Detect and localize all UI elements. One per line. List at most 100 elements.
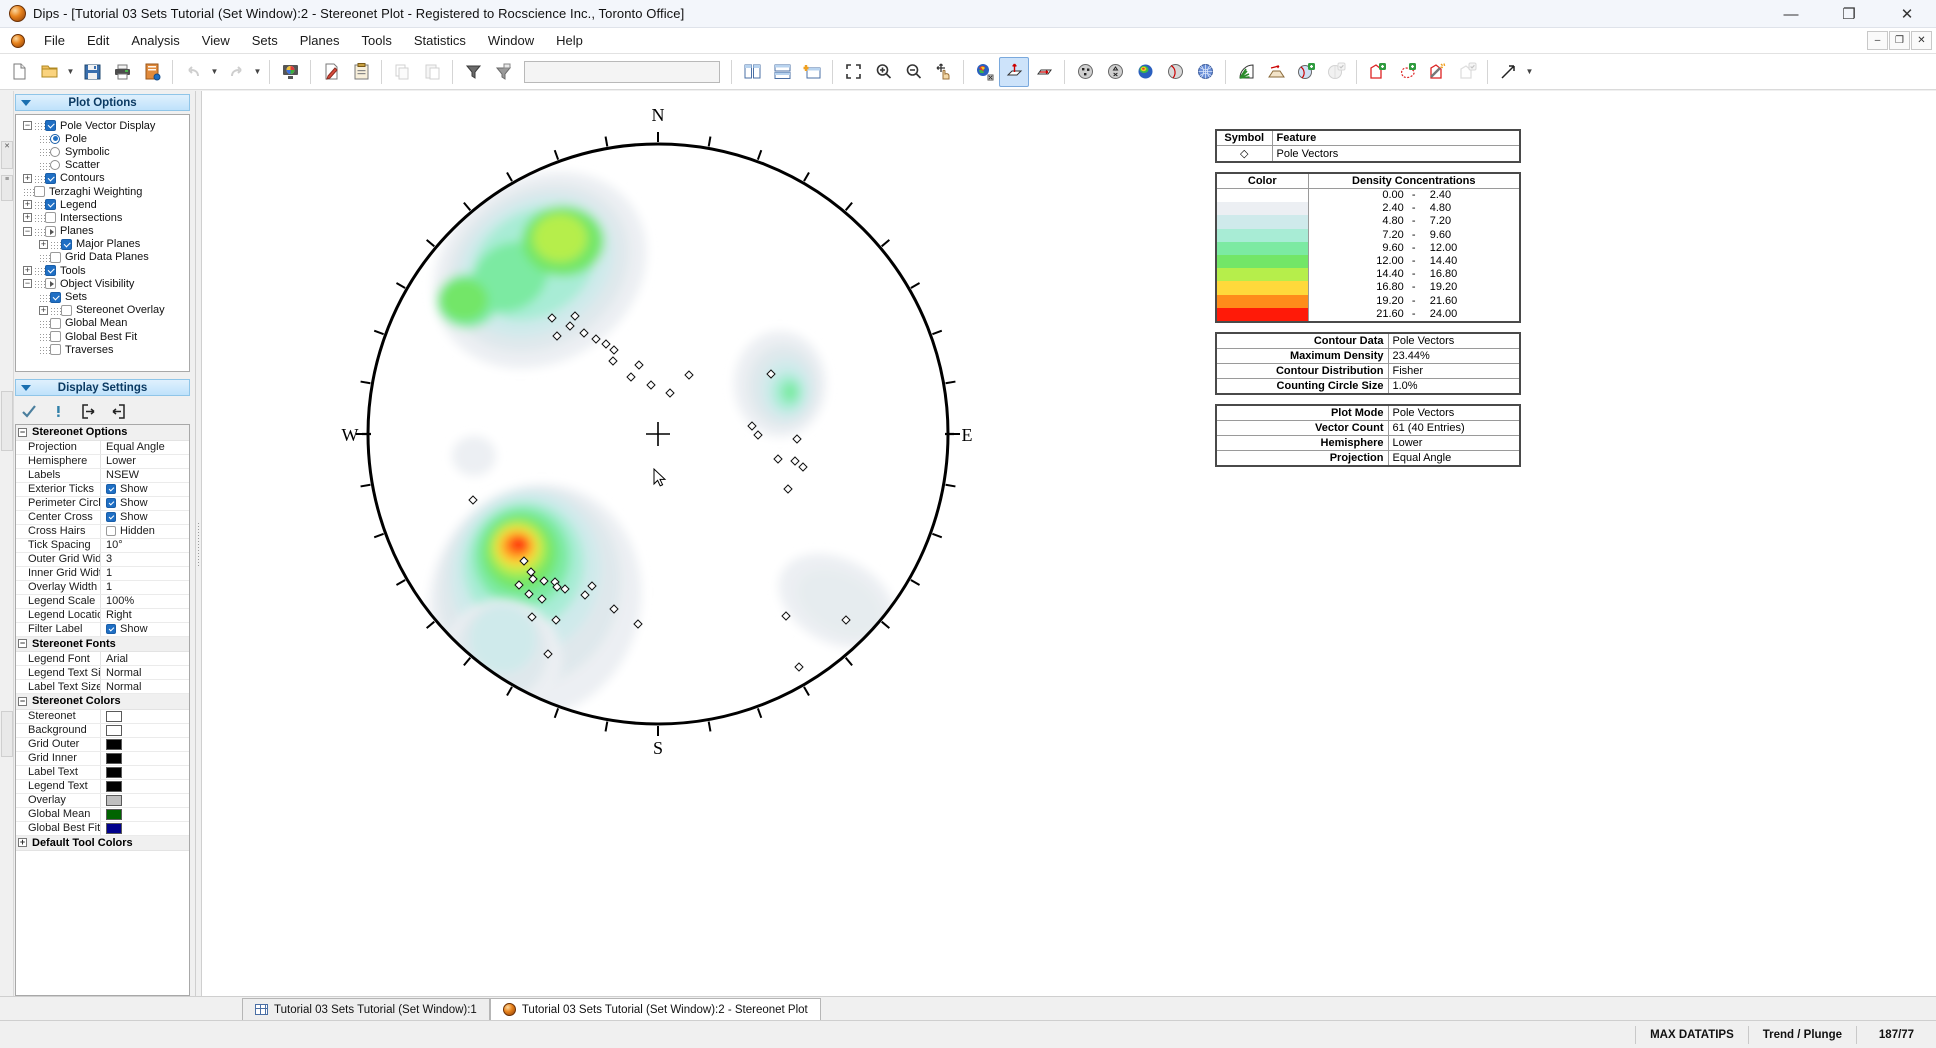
property-value[interactable]: NSEW [101, 469, 189, 482]
pole-marker[interactable] [799, 463, 807, 471]
tree-item-contours[interactable]: +Contours [19, 172, 187, 185]
stereonet-icon[interactable] [969, 57, 999, 87]
property-row[interactable]: HemisphereLower [16, 455, 189, 469]
plot-options-tree[interactable]: −Pole Vector DisplayPoleSymbolicScatter+… [15, 114, 190, 372]
pole-marker[interactable] [795, 663, 803, 671]
color-swatch[interactable] [106, 739, 122, 750]
rosette-plot-icon[interactable] [1231, 57, 1261, 87]
expand-icon[interactable]: + [18, 838, 27, 847]
filter-icon[interactable] [458, 57, 488, 87]
add-window-icon[interactable] [1362, 57, 1392, 87]
filter-combo[interactable] [524, 61, 720, 83]
property-value[interactable]: Show [101, 623, 189, 636]
menu-item-help[interactable]: Help [545, 30, 594, 51]
checkbox-checked-icon[interactable] [106, 484, 116, 494]
property-value[interactable]: 1 [101, 567, 189, 580]
menu-item-tools[interactable]: Tools [351, 30, 403, 51]
color-swatch[interactable] [106, 767, 122, 778]
collapse-icon[interactable]: − [18, 697, 27, 706]
maximize-button[interactable]: ❐ [1820, 0, 1878, 28]
tree-item-grid-data-planes[interactable]: Grid Data Planes [19, 251, 187, 264]
property-value[interactable]: Arial [101, 652, 189, 665]
collapse-icon[interactable]: − [23, 121, 32, 130]
menu-item-edit[interactable]: Edit [76, 30, 120, 51]
property-row[interactable]: Exterior TicksShow [16, 483, 189, 497]
pole-marker[interactable] [666, 389, 674, 397]
property-value[interactable]: Show [101, 497, 189, 510]
minimize-button[interactable]: — [1762, 0, 1820, 28]
menu-item-planes[interactable]: Planes [289, 30, 351, 51]
import-settings-icon[interactable] [105, 400, 132, 422]
color-swatch[interactable] [106, 781, 122, 792]
property-group-stereonet-fonts[interactable]: −Stereonet Fonts [16, 637, 189, 653]
pole-vector-icon[interactable] [999, 57, 1029, 87]
property-value[interactable]: Right [101, 609, 189, 622]
close-button[interactable]: ✕ [1878, 0, 1936, 28]
select-checked-icon[interactable] [1452, 57, 1482, 87]
redo-dropdown-caret-icon[interactable]: ▼ [251, 57, 264, 87]
property-row[interactable]: Grid Outer [16, 738, 189, 752]
vertical-tab-1[interactable]: ✕ [1, 141, 13, 169]
expand-icon[interactable]: + [23, 213, 32, 222]
pole-marker[interactable] [791, 457, 799, 465]
pole-marker[interactable] [635, 361, 643, 369]
property-row[interactable]: Grid Inner [16, 752, 189, 766]
tree-item-terzaghi-weighting[interactable]: Terzaghi Weighting [19, 185, 187, 198]
checkbox-checked-icon[interactable] [45, 265, 56, 276]
pole-marker[interactable] [602, 340, 610, 348]
tree-item-scatter[interactable]: Scatter [19, 159, 187, 172]
wedge-icon[interactable] [1261, 57, 1291, 87]
property-row[interactable]: Legend Scale100% [16, 595, 189, 609]
checkbox-unchecked-icon[interactable] [50, 331, 61, 342]
window-tab[interactable]: Tutorial 03 Sets Tutorial (Set Window):1 [242, 998, 490, 1020]
property-group-default-tool-colors[interactable]: +Default Tool Colors [16, 836, 189, 852]
add-plane-icon[interactable] [1291, 57, 1321, 87]
grid-overlay-icon[interactable] [1190, 57, 1220, 87]
datatips-status[interactable]: MAX DATATIPS [1635, 1026, 1748, 1044]
display-settings-header[interactable]: Display Settings [15, 379, 190, 396]
property-value[interactable]: 1 [101, 581, 189, 594]
mdi-close-button[interactable]: ✕ [1911, 31, 1932, 50]
expand-icon[interactable]: + [39, 306, 48, 315]
checkbox-checked-icon[interactable] [106, 498, 116, 508]
tree-item-tools[interactable]: +Tools [19, 264, 187, 277]
add-freehand-icon[interactable] [1392, 57, 1422, 87]
property-row[interactable]: Center CrossShow [16, 511, 189, 525]
checkbox-checked-icon[interactable] [45, 173, 56, 184]
property-row[interactable]: Label Text [16, 766, 189, 780]
menu-item-file[interactable]: File [33, 30, 76, 51]
property-row[interactable]: Legend LocationRight [16, 609, 189, 623]
open-folder-icon[interactable] [34, 57, 64, 87]
checkbox-checked-icon[interactable] [50, 292, 61, 303]
property-row[interactable]: Overlay Width1 [16, 581, 189, 595]
zoom-all-icon[interactable] [838, 57, 868, 87]
expand-icon[interactable]: + [23, 200, 32, 209]
property-value[interactable] [101, 752, 189, 765]
property-row[interactable]: Legend Text [16, 780, 189, 794]
property-row[interactable]: Overlay [16, 794, 189, 808]
checkbox-checked-icon[interactable] [61, 239, 72, 250]
zoom-out-icon[interactable] [898, 57, 928, 87]
tree-item-global-mean[interactable]: Global Mean [19, 317, 187, 330]
property-value[interactable]: 3 [101, 553, 189, 566]
menu-item-sets[interactable]: Sets [241, 30, 289, 51]
pole-marker[interactable] [609, 357, 617, 365]
property-group-stereonet-colors[interactable]: −Stereonet Colors [16, 694, 189, 710]
new-file-icon[interactable] [4, 57, 34, 87]
color-swatch[interactable] [106, 725, 122, 736]
menu-item-statistics[interactable]: Statistics [403, 30, 477, 51]
advanced-filter-icon[interactable] [488, 57, 518, 87]
checkbox-unchecked-icon[interactable] [106, 526, 116, 536]
property-row[interactable]: Legend Text SizeNormal [16, 666, 189, 680]
plot-canvas[interactable]: N S E W Symbol Feature ◇ Pole Ve [202, 91, 1936, 996]
checkbox-checked-icon[interactable] [106, 512, 116, 522]
checkbox-unchecked-icon[interactable] [50, 252, 61, 263]
window-tab[interactable]: Tutorial 03 Sets Tutorial (Set Window):2… [490, 998, 821, 1020]
clipboard-icon[interactable] [346, 57, 376, 87]
property-row[interactable]: Global Mean [16, 808, 189, 822]
undo-dropdown-caret-icon[interactable]: ▼ [208, 57, 221, 87]
collapse-caret-icon[interactable] [21, 385, 31, 391]
color-swatch[interactable] [106, 753, 122, 764]
color-swatch[interactable] [106, 711, 122, 722]
export-settings-icon[interactable] [75, 400, 102, 422]
